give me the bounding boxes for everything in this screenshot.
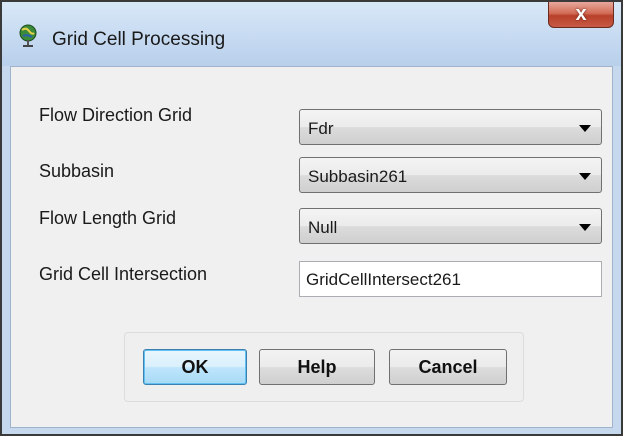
grid-cell-intersection-value: GridCellIntersect261	[306, 270, 461, 289]
subbasin-dropdown[interactable]: Subbasin261	[299, 157, 602, 193]
grid-cell-intersection-input[interactable]: GridCellIntersect261	[299, 261, 602, 297]
title-bar[interactable]: Grid Cell Processing x	[2, 2, 621, 66]
ok-button[interactable]: OK	[143, 349, 247, 385]
flow-direction-label: Flow Direction Grid	[39, 105, 193, 125]
flow-length-dropdown[interactable]: Null	[299, 208, 602, 244]
cancel-button[interactable]: Cancel	[389, 349, 507, 385]
close-icon: x	[575, 3, 587, 25]
flow-length-label: Flow Length Grid	[39, 208, 177, 228]
close-button[interactable]: x	[548, 2, 614, 28]
flow-direction-value: Fdr	[308, 119, 334, 138]
dialog-body: Flow Direction Grid Fdr Subbasin Subbasi…	[10, 66, 613, 428]
button-panel: OK Help Cancel	[124, 332, 524, 402]
chevron-down-icon	[579, 173, 591, 180]
flow-direction-dropdown[interactable]: Fdr	[299, 109, 602, 145]
dialog-window: Grid Cell Processing x Flow Direction Gr…	[0, 0, 623, 436]
subbasin-value: Subbasin261	[308, 167, 408, 186]
subbasin-label: Subbasin	[39, 161, 115, 181]
chevron-down-icon	[579, 125, 591, 132]
chevron-down-icon	[579, 224, 591, 231]
flow-length-value: Null	[308, 218, 338, 237]
help-button[interactable]: Help	[259, 349, 375, 385]
globe-pin-icon	[19, 24, 37, 47]
window-title: Grid Cell Processing	[52, 29, 226, 50]
grid-cell-intersection-label: Grid Cell Intersection	[39, 264, 208, 284]
